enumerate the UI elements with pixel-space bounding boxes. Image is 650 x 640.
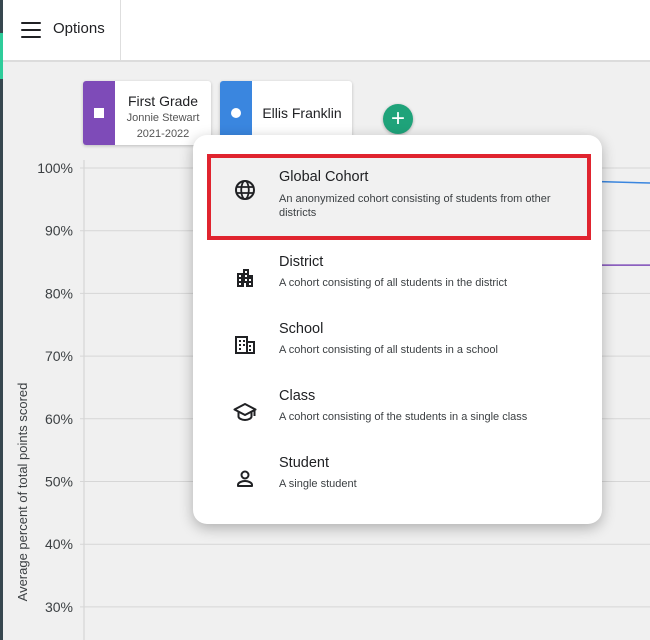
y-tick-label: 70% — [45, 348, 73, 364]
menu-item-description: A single student — [279, 478, 357, 490]
y-tick-label: 40% — [45, 536, 73, 552]
menu-item-district[interactable]: District A cohort consisting of all stud… — [207, 246, 591, 312]
cohort-type-menu: Global Cohort An anonymized cohort consi… — [193, 135, 602, 524]
options-button[interactable]: Options — [3, 0, 121, 60]
menu-item-label: Student — [279, 455, 329, 471]
menu-item-description: An anonymized cohort consisting of stude… — [279, 193, 551, 219]
menu-item-student[interactable]: Student A single student — [207, 447, 591, 513]
plus-icon: + — [390, 105, 405, 132]
globe-icon — [235, 180, 255, 200]
menu-item-description: A cohort consisting of all students in t… — [279, 277, 508, 289]
graduation-cap-icon — [233, 403, 257, 422]
y-tick-label: 30% — [45, 599, 73, 615]
square-marker-icon — [94, 108, 104, 118]
apartment-building-icon — [237, 269, 253, 287]
top-bar: Options — [3, 0, 650, 62]
person-icon — [237, 470, 253, 487]
y-tick-label: 80% — [45, 285, 73, 301]
cohort-title: First Grade — [127, 93, 198, 109]
menu-item-label: District — [279, 254, 324, 270]
y-axis-ticks: 100% 90% 80% 70% 60% 50% 40% 30% — [37, 160, 73, 615]
menu-item-description: A cohort consisting of the students in a… — [279, 411, 528, 423]
y-tick-label: 100% — [37, 160, 73, 176]
menu-item-label: School — [279, 321, 324, 337]
menu-item-label: Global Cohort — [279, 169, 369, 185]
school-building-icon — [235, 336, 255, 354]
cohort-title: Ellis Franklin — [262, 105, 342, 121]
cohort-chip-first-grade[interactable]: First Grade Jonnie Stewart 2021-2022 — [83, 81, 211, 145]
cohort-teacher: Jonnie Stewart — [126, 112, 200, 124]
cohort-color-strip — [83, 81, 115, 145]
menu-item-description: A cohort consisting of all students in a… — [279, 344, 498, 356]
menu-item-label: Class — [279, 388, 316, 404]
y-axis-label: Average percent of total points scored — [15, 383, 30, 602]
menu-item-class[interactable]: Class A cohort consisting of the student… — [207, 380, 591, 446]
hamburger-menu-icon — [21, 22, 41, 38]
y-tick-label: 90% — [45, 223, 73, 239]
y-tick-label: 60% — [45, 411, 73, 427]
menu-item-global-cohort[interactable]: Global Cohort An anonymized cohort consi… — [207, 154, 591, 240]
options-label: Options — [53, 20, 105, 37]
y-tick-label: 50% — [45, 474, 73, 490]
circle-marker-icon — [231, 108, 241, 118]
menu-item-school[interactable]: School A cohort consisting of all studen… — [207, 313, 591, 379]
add-cohort-button[interactable]: + — [383, 104, 413, 134]
